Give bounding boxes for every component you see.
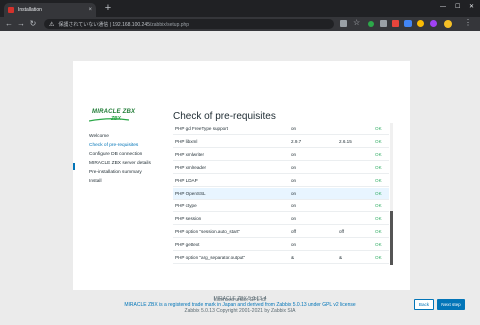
current-value: on <box>291 216 297 222</box>
back-arrow-icon[interactable]: ← <box>3 17 15 31</box>
status-ok: OK <box>375 177 382 183</box>
requirement-name: PHP option "arg_separator.output" <box>175 255 246 260</box>
setup-page: MIRACLE ZBX ZBX Check of pre-requisites … <box>0 31 480 325</box>
requirement-name: PHP gettext <box>175 242 200 248</box>
current-value: on <box>291 164 297 170</box>
active-step-indicator <box>73 163 75 170</box>
star-icon[interactable]: ☆ <box>353 19 361 27</box>
forward-arrow-icon[interactable]: → <box>15 17 27 31</box>
status-ok: OK <box>375 151 382 157</box>
status-ok: OK <box>375 229 382 235</box>
requirement-name: PHP gd FreeType support <box>175 126 229 131</box>
table-row: PHP option "session.auto_start" off off OK <box>173 226 389 239</box>
requirement-name: PHP xmlreader <box>175 164 207 170</box>
step-welcome: Welcome <box>89 134 109 139</box>
requirement-name: PHP session <box>175 216 202 222</box>
table-row: PHP session on OK <box>173 213 389 226</box>
extension-icon[interactable] <box>380 20 387 27</box>
table-row: PHP gd FreeType support on OK <box>173 123 389 135</box>
step-configure-db: Configure DB connection <box>89 152 143 157</box>
new-tab-button[interactable]: + <box>102 2 114 14</box>
translate-icon[interactable] <box>340 20 347 27</box>
current-value: on <box>291 151 297 157</box>
required-value: off <box>339 229 345 235</box>
maximize-icon[interactable]: ☐ <box>455 2 460 12</box>
logo-swoosh-icon <box>89 118 129 122</box>
status-ok: OK <box>375 255 382 260</box>
tab-title: Installation <box>18 7 42 13</box>
requirement-name: PHP xmlwriter <box>175 151 205 157</box>
requirement-name: PHP option "session.auto_start" <box>175 229 240 235</box>
green-dot-icon[interactable] <box>368 21 374 27</box>
requirement-name: PHP OpenSSL <box>175 190 206 196</box>
requirement-name: PHP LDAP <box>175 177 198 183</box>
browser-tab[interactable]: Installation × <box>4 3 96 17</box>
warning-triangle-icon[interactable]: ⚠ <box>49 21 54 28</box>
current-value: & <box>291 255 295 260</box>
table-row: PHP LDAP on OK <box>173 175 389 187</box>
security-label: 保護されていない通信 <box>58 21 109 28</box>
required-value: & <box>339 255 343 260</box>
table-row: PHP xmlreader on OK <box>173 162 389 174</box>
mail-icon[interactable] <box>392 20 399 27</box>
reload-icon[interactable]: ↻ <box>27 17 39 31</box>
table-row: PHP OpenSSL on OK <box>173 187 389 200</box>
status-ok: OK <box>375 126 382 131</box>
minimize-icon[interactable]: — <box>440 2 446 12</box>
close-window-icon[interactable]: ✕ <box>469 2 474 12</box>
status-ok: OK <box>375 203 382 209</box>
current-value: on <box>291 190 297 196</box>
menu-icon[interactable]: ⋮ <box>464 19 472 27</box>
table-row: PHP gettext on OK <box>173 239 389 252</box>
profile-avatar-icon[interactable] <box>430 20 437 27</box>
close-tab-icon[interactable]: × <box>88 7 92 13</box>
status-ok: OK <box>375 242 382 248</box>
zabbix-favicon-icon <box>8 7 14 13</box>
current-value: on <box>291 177 297 183</box>
chat-icon[interactable] <box>404 20 412 27</box>
miracle-zbx-logo: MIRACLE ZBX ZBX <box>89 109 137 123</box>
browser-tabstrip: Installation × + — ☐ ✕ <box>0 0 480 17</box>
step-install: Install <box>89 179 102 184</box>
current-value: on <box>291 242 297 248</box>
address-path: /zabbix/setup.php <box>149 21 190 28</box>
requirement-name: PHP ctype <box>175 203 197 209</box>
scrollbar-thumb[interactable] <box>390 211 393 265</box>
copyright-text: Zabbix 5.0.13 Copyright 2001-2021 by Zab… <box>184 308 296 314</box>
smiley-icon[interactable] <box>417 20 424 27</box>
requirement-name: PHP libxml <box>175 138 198 144</box>
status-ok: OK <box>375 138 382 144</box>
step-server-details: MIRACLE ZBX server details <box>89 161 151 166</box>
table-row: PHP libxml 2.9.7 2.6.15 OK <box>173 136 389 148</box>
address-bar[interactable]: ⚠ 保護されていない通信 | 192.168.100.245/zabbix/se… <box>44 19 334 29</box>
address-host: 192.168.100.245 <box>112 21 150 28</box>
table-scrollbar[interactable] <box>390 123 393 265</box>
status-ok: OK <box>375 164 382 170</box>
required-value: 2.6.15 <box>339 138 352 144</box>
prerequisites-table[interactable]: PHP gd FreeType support on OK PHP libxml 2.9… <box>173 123 393 265</box>
address-text: 保護されていない通信 | 192.168.100.245/zabbix/setu… <box>58 21 190 28</box>
status-ok: OK <box>375 190 382 196</box>
current-value: on <box>291 126 297 131</box>
table-row: PHP xmlwriter on OK <box>173 149 389 161</box>
step-pre-installation-summary: Pre-installation summary <box>89 170 142 175</box>
table-row: PHP option "arg_separator.output" & & OK <box>173 252 389 264</box>
emoji-avatar-icon[interactable] <box>444 20 452 28</box>
current-value: 2.9.7 <box>291 138 302 144</box>
logo-main-text: MIRACLE ZBX <box>92 109 136 115</box>
setup-card: MIRACLE ZBX ZBX Check of pre-requisites … <box>73 61 465 310</box>
page-title: Check of pre-requisites <box>173 111 276 122</box>
current-value: off <box>291 229 297 235</box>
table-row: PHP ctype on OK <box>173 200 389 213</box>
status-ok: OK <box>375 216 382 222</box>
current-value: on <box>291 203 297 209</box>
step-check-prerequisites: Check of pre-requisites <box>89 143 139 148</box>
